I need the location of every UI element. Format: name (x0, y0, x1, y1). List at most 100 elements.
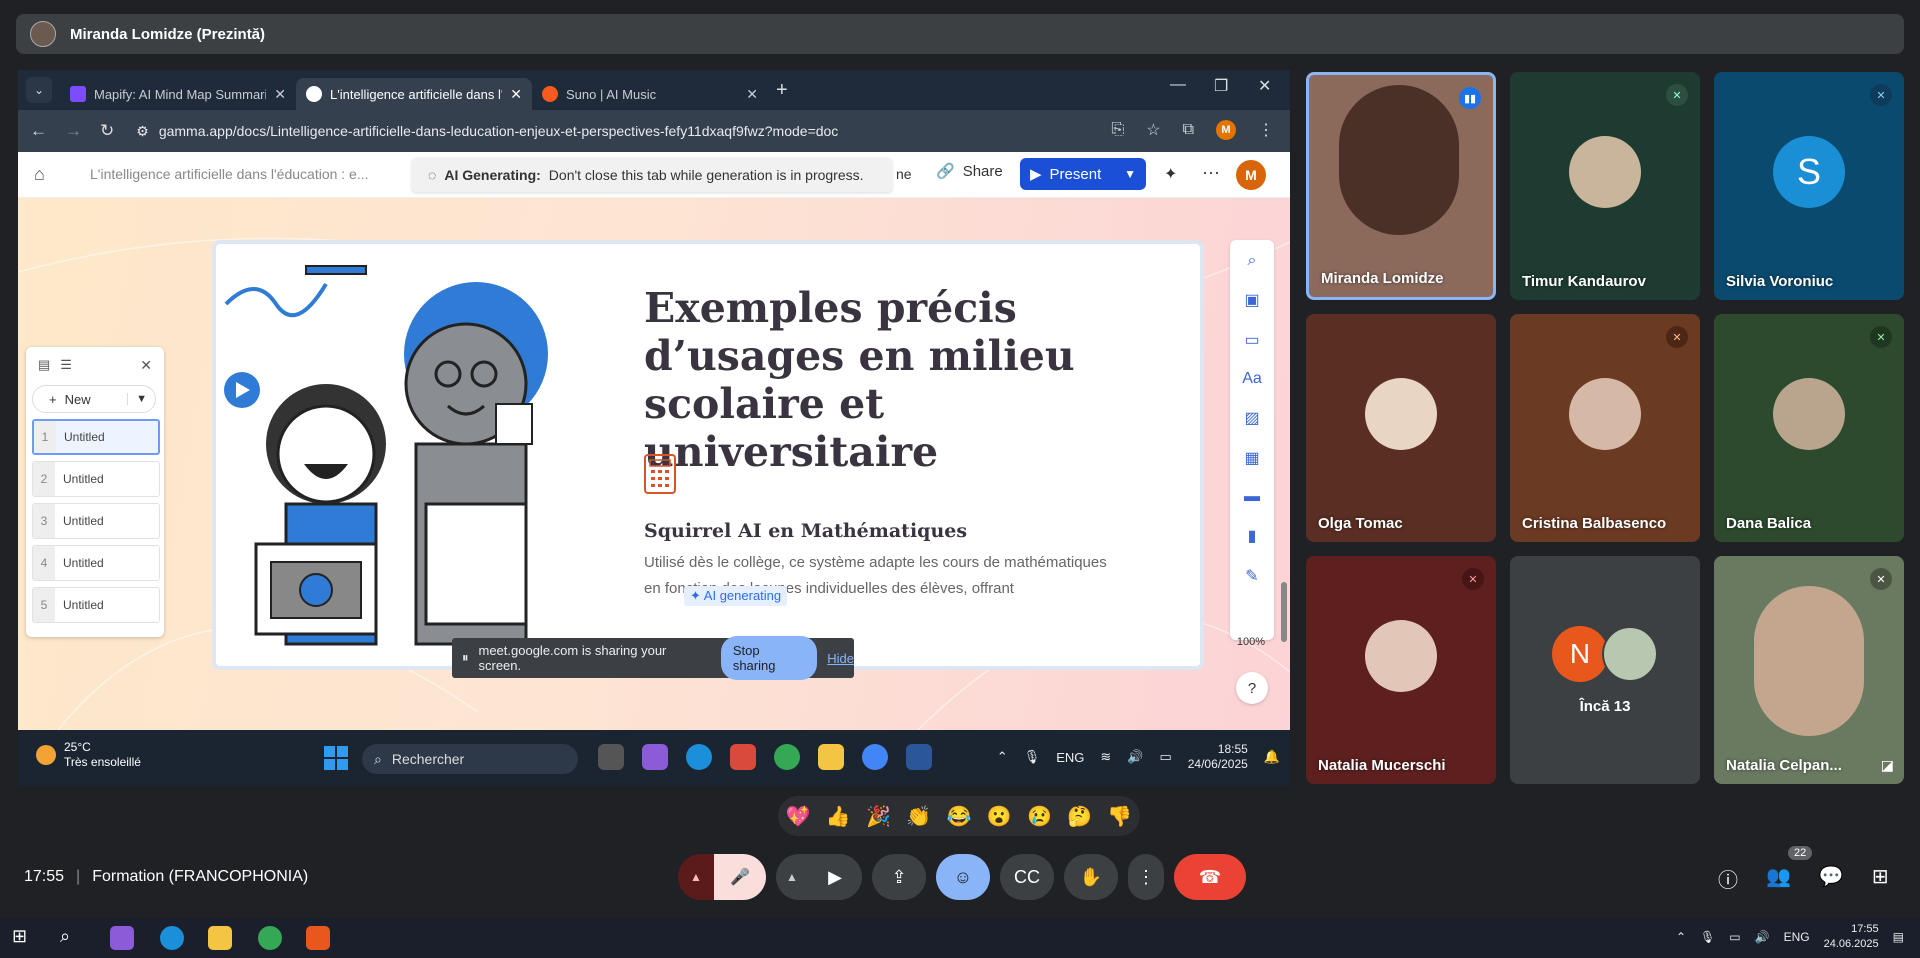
maximize-icon[interactable]: ❐ (1214, 76, 1228, 96)
outline-item[interactable]: 3 Untitled (32, 503, 160, 539)
chart-icon[interactable]: ▮ (1248, 526, 1257, 546)
participant-tile[interactable]: ✕ Cristina Balbasenco (1510, 314, 1700, 542)
close-icon[interactable]: ✕ (746, 86, 758, 103)
heart-reaction[interactable]: 💖 (786, 804, 811, 829)
thinking-reaction[interactable]: 🤔 (1067, 804, 1092, 829)
close-icon[interactable]: ✕ (274, 86, 286, 103)
outline-item[interactable]: 1 Untitled (32, 419, 160, 455)
participant-tile[interactable]: ✕ Natalia Celpan... ◪ (1714, 556, 1904, 784)
add-card-icon[interactable]: ▣ (1244, 290, 1259, 310)
party-reaction[interactable]: 🎉 (866, 804, 891, 829)
card-subtitle[interactable]: Squirrel AI en Mathématiques (644, 520, 967, 542)
sad-reaction[interactable]: 😢 (1027, 804, 1052, 829)
slide-card[interactable]: Exemples précis d’usages en milieu scola… (212, 240, 1204, 670)
chevron-up-icon[interactable]: ▲ (776, 854, 808, 900)
tab-search-button[interactable]: ⌄ (26, 77, 52, 103)
bookmark-star-icon[interactable]: ☆ (1146, 120, 1160, 140)
chat-icon[interactable]: 💬 (1819, 864, 1844, 893)
task-view-icon[interactable] (598, 744, 624, 770)
browser-tab[interactable]: Mapify: AI Mind Map Summariz ✕ (60, 78, 296, 110)
home-icon[interactable]: ⌂ (34, 164, 45, 185)
edge-icon[interactable] (160, 926, 184, 950)
file-explorer-icon[interactable] (208, 926, 232, 950)
people-icon[interactable]: 👥 (1766, 864, 1791, 893)
document-breadcrumb[interactable]: L'intelligence artificielle dans l'éduca… (90, 166, 369, 182)
extensions-icon[interactable]: ⧉ (1183, 121, 1194, 139)
activities-icon[interactable]: ⊞ (1872, 864, 1889, 893)
edit-icon[interactable]: ✎ (1245, 566, 1258, 586)
thumbs-down-reaction[interactable]: 👎 (1107, 804, 1132, 829)
language-indicator[interactable]: ENG (1784, 930, 1810, 944)
new-card-button[interactable]: + New ▼ (32, 385, 156, 413)
layout-icon[interactable]: ▭ (1244, 330, 1259, 350)
forward-icon[interactable]: → (65, 121, 82, 141)
stop-sharing-button[interactable]: Stop sharing (720, 636, 818, 680)
leave-call-button[interactable]: ☎ (1174, 854, 1246, 900)
word-icon[interactable] (906, 744, 932, 770)
presentation-app-icon[interactable] (306, 926, 330, 950)
new-tab-button[interactable]: + (776, 79, 788, 102)
captions-button[interactable]: CC (1000, 854, 1054, 900)
copilot-icon[interactable] (110, 926, 134, 950)
close-icon[interactable]: ✕ (510, 86, 522, 103)
windows-start-icon[interactable]: ⊞ (12, 926, 36, 950)
more-options-icon[interactable]: ··· (1202, 162, 1220, 183)
battery-icon[interactable]: ▭ (1159, 749, 1171, 765)
volume-icon[interactable]: 🔊 (1127, 749, 1143, 765)
volume-icon[interactable]: 🔊 (1755, 930, 1770, 944)
page-scrollbar[interactable] (1280, 202, 1288, 722)
participant-tile[interactable]: Olga Tomac (1306, 314, 1496, 542)
embed-icon[interactable]: ▬ (1244, 488, 1260, 506)
raise-hand-button[interactable]: ✋ (1064, 854, 1118, 900)
participant-tile[interactable]: ▮▮ Miranda Lomidze (1306, 72, 1496, 300)
camera-button[interactable]: ▶ (808, 854, 862, 900)
url-field[interactable]: ⚙ gamma.app/docs/Lintelligence-artificie… (136, 116, 838, 146)
outline-item[interactable]: 2 Untitled (32, 461, 160, 497)
pin-icon[interactable]: ◪ (1881, 757, 1894, 774)
language-indicator[interactable]: ENG (1056, 750, 1084, 765)
chevron-up-icon[interactable]: ⌃ (997, 749, 1008, 765)
image-icon[interactable]: ▨ (1244, 408, 1259, 428)
chrome-icon[interactable] (258, 926, 282, 950)
network-icon[interactable]: ▭ (1729, 930, 1740, 944)
window-close-icon[interactable]: ✕ (1258, 76, 1271, 96)
store-icon[interactable] (730, 744, 756, 770)
profile-avatar[interactable]: M (1216, 120, 1236, 140)
chrome-active-icon[interactable] (862, 744, 888, 770)
more-participants-tile[interactable]: N Încă 13 (1510, 556, 1700, 784)
surprised-reaction[interactable]: 😮 (987, 804, 1012, 829)
chrome-icon[interactable] (774, 744, 800, 770)
browser-tab-active[interactable]: L'intelligence artificielle dans l'éd ✕ (296, 78, 532, 110)
card-title[interactable]: Exemples précis d’usages en milieu scola… (644, 284, 1164, 476)
file-explorer-icon[interactable] (818, 744, 844, 770)
search-icon[interactable]: ⌕ (1248, 252, 1257, 270)
notification-icon[interactable]: ▤ (1893, 930, 1904, 944)
present-screen-button[interactable]: ⇪ (872, 854, 926, 900)
thumbs-up-reaction[interactable]: 👍 (826, 804, 851, 829)
text-style-icon[interactable]: Aa (1242, 370, 1262, 388)
participant-tile[interactable]: ✕ Dana Balica (1714, 314, 1904, 542)
sparkle-icon[interactable]: ✦ (1164, 164, 1177, 184)
more-options-button[interactable]: ⋮ (1128, 854, 1164, 900)
windows-start-icon[interactable] (324, 746, 348, 770)
chevron-down-icon[interactable]: ▼ (127, 393, 147, 405)
browser-menu-icon[interactable]: ⋮ (1258, 120, 1274, 140)
chevron-up-icon[interactable]: ▲ (678, 854, 714, 900)
help-button[interactable]: ? (1236, 672, 1268, 704)
hide-link[interactable]: Hide (827, 651, 854, 666)
mic-off-button[interactable]: 🎤 (714, 854, 766, 900)
emoji-button[interactable]: ☺ (936, 854, 990, 900)
info-icon[interactable]: ⓘ (1718, 864, 1738, 893)
microphone-icon[interactable]: 🎙 (1024, 749, 1041, 765)
present-button[interactable]: ▶ Present ▼ (1020, 158, 1146, 190)
cards-view-icon[interactable]: ▤ (38, 357, 50, 373)
microphone-icon[interactable]: 🎙 (1700, 930, 1715, 944)
browser-tab[interactable]: Suno | AI Music ✕ (532, 78, 768, 110)
install-app-icon[interactable]: ⎘ (1111, 121, 1124, 139)
participant-tile[interactable]: ✕ Timur Kandaurov (1510, 72, 1700, 300)
laugh-reaction[interactable]: 😂 (947, 804, 972, 829)
chevron-down-icon[interactable]: ▼ (1124, 167, 1136, 181)
close-icon[interactable]: ✕ (140, 357, 152, 374)
clock[interactable]: 18:55 24/06/2025 (1188, 742, 1248, 772)
back-icon[interactable]: ← (30, 121, 47, 141)
